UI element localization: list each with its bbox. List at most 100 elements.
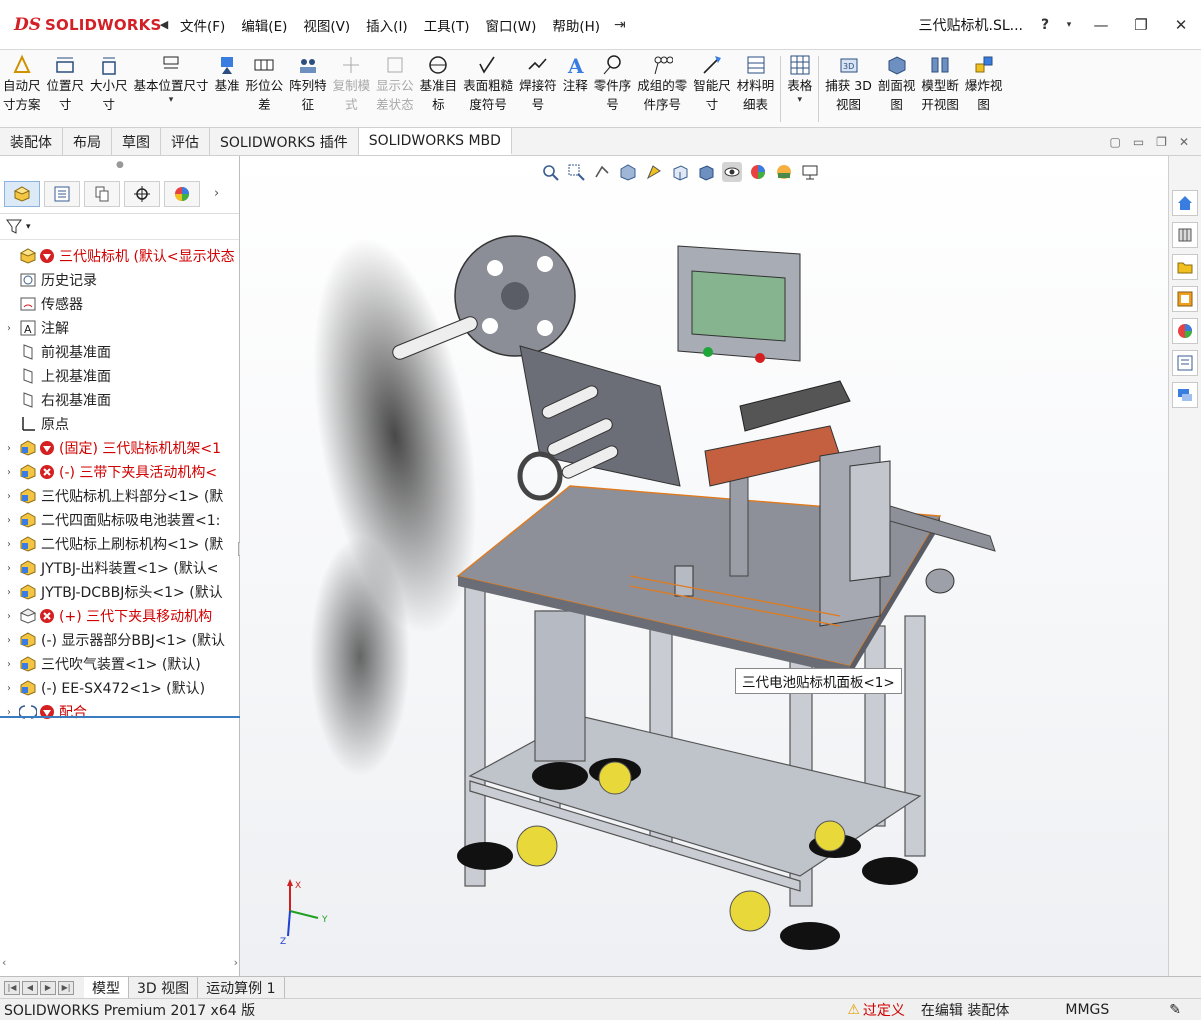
tab-motion-study[interactable]: 运动算例 1: [198, 977, 285, 998]
tree-item[interactable]: 三代贴标机 (默认<显示状态: [0, 244, 239, 268]
command-tab-4[interactable]: SOLIDWORKS 插件: [210, 128, 359, 155]
configurationmanager-tab-icon[interactable]: [84, 180, 120, 207]
tree-item[interactable]: 历史记录: [0, 268, 239, 292]
tree-item[interactable]: 上视基准面: [0, 364, 239, 388]
table-button[interactable]: 表格 ▾: [784, 54, 815, 105]
scroll-right-icon[interactable]: ›: [234, 956, 238, 972]
menu-expand-arrow-icon[interactable]: ◀: [156, 18, 172, 31]
expand-arrow-icon[interactable]: ›: [0, 443, 18, 454]
design-library-icon[interactable]: [1172, 222, 1198, 248]
expand-arrow-icon[interactable]: ›: [0, 635, 18, 646]
tree-item[interactable]: 传感器: [0, 292, 239, 316]
datum-button[interactable]: 基准: [212, 54, 243, 95]
tree-item[interactable]: › 二代四面贴标吸电池装置<1:: [0, 508, 239, 532]
menu-view[interactable]: 视图(V): [295, 15, 358, 35]
help-dropdown-icon[interactable]: ▾: [1057, 20, 1081, 30]
help-icon[interactable]: ?: [1033, 17, 1057, 33]
forum-icon[interactable]: [1172, 382, 1198, 408]
expand-arrow-icon[interactable]: ›: [0, 491, 18, 502]
tree-item[interactable]: › (固定) 三代贴标机机架<1: [0, 436, 239, 460]
solidworks-logo[interactable]: DS SOLIDWORKS: [0, 3, 161, 47]
doc-tile-icon[interactable]: ▢: [1109, 135, 1120, 149]
expand-arrow-icon[interactable]: ›: [0, 563, 18, 574]
tree-item[interactable]: 右视基准面: [0, 388, 239, 412]
propertymanager-tab-icon[interactable]: [44, 180, 80, 207]
auto-dimension-button[interactable]: 自动尺 寸方案: [0, 54, 44, 114]
expand-arrow-icon[interactable]: ›: [0, 587, 18, 598]
dropdown-arrow-icon[interactable]: ▾: [798, 95, 803, 105]
panel-grip-icon[interactable]: ●: [116, 160, 124, 170]
command-tab-5[interactable]: SOLIDWORKS MBD: [358, 128, 512, 155]
dimxpertmanager-tab-icon[interactable]: [124, 180, 160, 207]
geometric-tolerance-button[interactable]: 形位公 差: [243, 54, 287, 114]
stacked-balloon-button[interactable]: 成组的零 件序号: [634, 54, 690, 114]
tree-item[interactable]: › (-) EE-SX472<1> (默认): [0, 676, 239, 700]
tab-model[interactable]: 模型: [84, 977, 129, 998]
datum-target-button[interactable]: 基准目 标: [417, 54, 461, 114]
command-tab-2[interactable]: 草图: [112, 128, 161, 155]
menu-file[interactable]: 文件(F): [172, 15, 233, 35]
pattern-feature-button[interactable]: 阵列特 征: [286, 54, 330, 114]
view-palette-icon[interactable]: [1172, 286, 1198, 312]
last-tab-icon[interactable]: ▶|: [58, 980, 74, 995]
section-view-button[interactable]: 剖面视 图: [875, 54, 919, 114]
menu-edit[interactable]: 编辑(E): [233, 15, 295, 35]
capture-3d-view-button[interactable]: 3D 捕获 3D 视图: [822, 54, 875, 114]
doc-restore-icon[interactable]: ❐: [1156, 135, 1167, 149]
weld-symbol-button[interactable]: 焊接符 号: [516, 54, 560, 114]
appearances-scenes-icon[interactable]: [1172, 318, 1198, 344]
tree-item[interactable]: › 三代贴标机上料部分<1> (默: [0, 484, 239, 508]
minimize-button[interactable]: —: [1081, 16, 1121, 34]
expand-arrow-icon[interactable]: ›: [0, 539, 18, 550]
solidworks-resources-icon[interactable]: [1172, 190, 1198, 216]
tree-item[interactable]: 前视基准面: [0, 340, 239, 364]
exploded-view-button[interactable]: 爆炸视 图: [962, 54, 1006, 114]
horizontal-scrollbar[interactable]: ‹ ›: [2, 956, 238, 972]
tree-item[interactable]: › (-) 三带下夹具活动机构<: [0, 460, 239, 484]
filter-dropdown-icon[interactable]: ▾: [26, 222, 31, 232]
doc-minimize-icon[interactable]: ▭: [1133, 135, 1144, 149]
custom-properties-icon[interactable]: [1172, 350, 1198, 376]
file-explorer-icon[interactable]: [1172, 254, 1198, 280]
first-tab-icon[interactable]: |◀: [4, 980, 20, 995]
expand-arrow-icon[interactable]: ›: [0, 467, 18, 478]
tree-item[interactable]: › JYTBJ-出料装置<1> (默认<: [0, 556, 239, 580]
restore-button[interactable]: ❐: [1121, 16, 1161, 34]
menu-tools[interactable]: 工具(T): [416, 15, 478, 35]
tree-item[interactable]: › JYTBJ-DCBBJ标头<1> (默认: [0, 580, 239, 604]
surface-finish-button[interactable]: 表面粗糙 度符号: [460, 54, 516, 114]
command-tab-3[interactable]: 评估: [161, 128, 210, 155]
displaymanager-tab-icon[interactable]: [164, 180, 200, 207]
balloon-button[interactable]: 零件序 号: [591, 54, 635, 114]
command-tab-0[interactable]: 装配体: [0, 128, 63, 155]
menu-window[interactable]: 窗口(W): [477, 15, 544, 35]
tree-item[interactable]: › A 注解: [0, 316, 239, 340]
tree-item[interactable]: › (+) 三代下夹具移动机构: [0, 604, 239, 628]
location-dimension-button[interactable]: 位置尺 寸: [44, 54, 88, 114]
graphics-area[interactable]: X Y Z 三代电池贴标机面板<1>: [240, 156, 1168, 976]
assembly-model-view[interactable]: [240, 156, 1168, 976]
basic-location-dimension-button[interactable]: 基本位置尺寸 ▾: [131, 54, 212, 105]
expand-arrow-icon[interactable]: ›: [0, 611, 18, 622]
bom-button[interactable]: 材料明 细表: [734, 54, 778, 114]
tree-item[interactable]: › 配合: [0, 700, 239, 724]
tree-item[interactable]: › 三代吹气装置<1> (默认): [0, 652, 239, 676]
smart-dimension-button[interactable]: 智能尺 寸: [690, 54, 734, 114]
menu-help[interactable]: 帮助(H): [544, 15, 608, 35]
tree-filter[interactable]: ▾: [0, 214, 239, 240]
tree-item[interactable]: › 二代贴标上刷标机构<1> (默: [0, 532, 239, 556]
model-break-view-button[interactable]: 模型断 开视图: [918, 54, 962, 114]
dropdown-arrow-icon[interactable]: ▾: [169, 95, 174, 105]
command-tab-1[interactable]: 布局: [63, 128, 112, 155]
prev-tab-icon[interactable]: ◀: [22, 980, 38, 995]
tab-3d-views[interactable]: 3D 视图: [129, 977, 199, 998]
doc-close-icon[interactable]: ✕: [1179, 135, 1189, 149]
pin-menu-icon[interactable]: ⇥: [614, 17, 626, 33]
tree-item[interactable]: › (-) 显示器部分BBJ<1> (默认: [0, 628, 239, 652]
expand-arrow-icon[interactable]: ›: [0, 515, 18, 526]
tabs-scroll-right-icon[interactable]: ›: [214, 186, 219, 201]
expand-arrow-icon[interactable]: ›: [0, 659, 18, 670]
unit-system[interactable]: MMGS: [1065, 1002, 1169, 1018]
note-button[interactable]: A 注释: [560, 54, 591, 95]
close-button[interactable]: ✕: [1161, 16, 1201, 34]
